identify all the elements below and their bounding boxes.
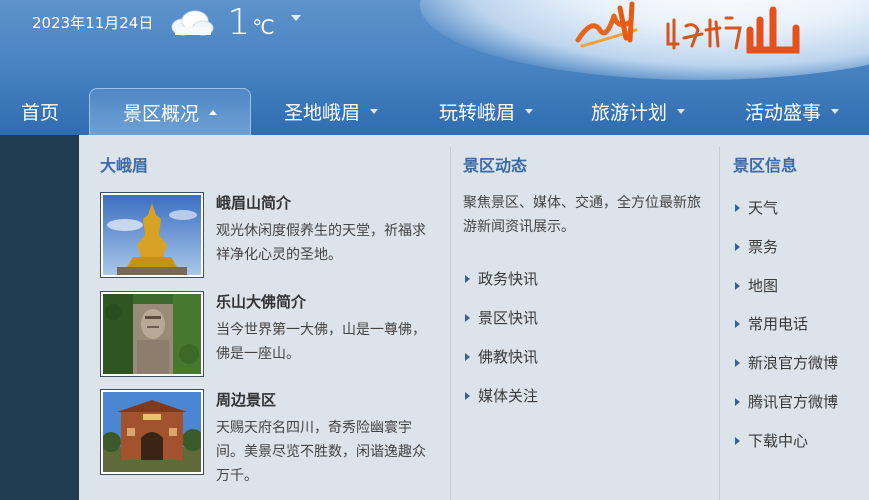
link-phone-numbers[interactable]: 常用电话 xyxy=(735,313,808,334)
caret-down-icon xyxy=(525,109,533,114)
feature-item-leshan-intro[interactable]: 乐山大佛简介 当今世界第一大佛，山是一尊佛，佛是一座山。 xyxy=(100,291,440,383)
caret-down-icon xyxy=(831,109,839,114)
section-title-da-emei[interactable]: 大峨眉 xyxy=(100,152,148,176)
feature-item-emei-intro[interactable]: 峨眉山简介 观光休闲度假养生的天堂，祈福求祥净化心灵的圣地。 xyxy=(100,192,440,284)
caret-down-icon xyxy=(370,109,378,114)
date-label: 2023年11月24日 xyxy=(32,14,154,32)
arrow-right-icon xyxy=(465,391,470,400)
left-sidebar xyxy=(0,135,79,500)
feature-title[interactable]: 峨眉山简介 xyxy=(216,192,291,213)
weather-dropdown-caret-icon[interactable] xyxy=(290,14,301,21)
arrow-right-icon xyxy=(735,436,740,445)
nav-home-label: 首页 xyxy=(20,102,59,124)
thumbnail-frame[interactable] xyxy=(100,291,204,377)
link-map[interactable]: 地图 xyxy=(735,275,778,296)
link-download-center[interactable]: 下载中心 xyxy=(735,430,808,451)
arrow-right-icon xyxy=(465,313,470,322)
nav-travel-plan[interactable]: 旅游计划 xyxy=(561,88,715,135)
nav-explore-emei-label: 玩转峨眉 xyxy=(438,102,515,124)
nav-scenic-overview-label: 景区概况 xyxy=(122,102,199,125)
link-weather[interactable]: 天气 xyxy=(735,197,778,218)
nav-events[interactable]: 活动盛事 xyxy=(715,88,869,135)
arrow-right-icon xyxy=(465,352,470,361)
nav-explore-emei[interactable]: 玩转峨眉 xyxy=(411,88,561,135)
arrow-right-icon xyxy=(735,203,740,212)
feature-title[interactable]: 乐山大佛简介 xyxy=(216,291,306,312)
caret-down-icon xyxy=(677,109,685,114)
arrow-right-icon xyxy=(735,397,740,406)
link-sina-weibo[interactable]: 新浪官方微博 xyxy=(735,352,838,373)
link-label: 景区快讯 xyxy=(478,309,539,327)
golden-buddha-image xyxy=(103,195,201,275)
link-label: 佛教快讯 xyxy=(478,348,539,366)
link-label: 新浪官方微博 xyxy=(748,354,839,372)
arrow-right-icon xyxy=(735,319,740,328)
arrow-right-icon xyxy=(735,281,740,290)
cloud-icon xyxy=(171,10,214,35)
arrow-right-icon xyxy=(465,274,470,283)
caret-up-icon xyxy=(209,109,217,115)
feature-title[interactable]: 周边景区 xyxy=(216,389,276,410)
nav-holy-emei[interactable]: 圣地峨眉 xyxy=(251,88,411,135)
link-tickets[interactable]: 票务 xyxy=(735,236,778,257)
arrow-right-icon xyxy=(735,242,740,251)
link-label: 下载中心 xyxy=(748,432,809,450)
main-nav: 首页 景区概况 圣地峨眉 玩转峨眉 旅游计划 活动盛事 xyxy=(0,88,869,135)
link-buddhism-news[interactable]: 佛教快讯 xyxy=(465,346,538,367)
link-label: 地图 xyxy=(748,277,779,295)
weather-widget[interactable]: 2023年11月24日 1 ℃ xyxy=(32,0,301,45)
gate-building-image xyxy=(103,392,201,472)
column-divider xyxy=(719,147,720,500)
leshan-buddha-image xyxy=(103,294,201,374)
link-label: 政务快讯 xyxy=(478,270,539,288)
link-label: 媒体关注 xyxy=(478,387,539,405)
thumbnail-frame[interactable] xyxy=(100,389,204,475)
link-scenic-news[interactable]: 景区快讯 xyxy=(465,307,538,328)
site-logo[interactable] xyxy=(570,0,810,62)
feature-description: 天赐天府名四川，奇秀险幽寰宇间。美景尽览不胜数，闲谐逸趣众万千。 xyxy=(216,420,426,484)
nav-home[interactable]: 首页 xyxy=(0,88,80,135)
section-title-news[interactable]: 景区动态 xyxy=(463,152,527,176)
temperature-value: 1 xyxy=(227,1,251,43)
section-title-scenic-info[interactable]: 景区信息 xyxy=(733,152,797,176)
link-media-attention[interactable]: 媒体关注 xyxy=(465,385,538,406)
link-government-news[interactable]: 政务快讯 xyxy=(465,268,538,289)
link-tencent-weibo[interactable]: 腾讯官方微博 xyxy=(735,391,838,412)
thumbnail-frame[interactable] xyxy=(100,192,204,278)
feature-item-nearby-scenic[interactable]: 周边景区 天赐天府名四川，奇秀险幽寰宇间。美景尽览不胜数，闲谐逸趣众万千。 xyxy=(100,389,440,499)
link-label: 腾讯官方微博 xyxy=(748,393,839,411)
link-label: 常用电话 xyxy=(748,315,809,333)
nav-travel-plan-label: 旅游计划 xyxy=(590,102,667,124)
link-label: 天气 xyxy=(748,199,779,217)
link-label: 票务 xyxy=(748,238,779,256)
nav-scenic-overview[interactable]: 景区概况 xyxy=(89,88,251,135)
column-divider xyxy=(450,147,451,500)
arrow-right-icon xyxy=(735,358,740,367)
dropdown-menu-panel: 大峨眉 峨眉山简介 观光休闲度假养生的天堂，祈福求祥净化心灵的圣地。 乐山大佛简… xyxy=(79,135,869,500)
nav-events-label: 活动盛事 xyxy=(744,102,821,124)
news-description: 聚焦景区、媒体、交通，全方位最新旅游新闻资讯展示。 xyxy=(463,195,701,235)
feature-description: 观光休闲度假养生的天堂，祈福求祥净化心灵的圣地。 xyxy=(216,223,426,263)
nav-holy-emei-label: 圣地峨眉 xyxy=(283,102,360,124)
site-header: 2023年11月24日 1 ℃ 首页 景区概况 圣地峨眉 玩转峨眉 旅游计划 活… xyxy=(0,0,869,135)
temperature-unit: ℃ xyxy=(252,14,275,39)
feature-description: 当今世界第一大佛，山是一尊佛，佛是一座山。 xyxy=(216,322,426,362)
